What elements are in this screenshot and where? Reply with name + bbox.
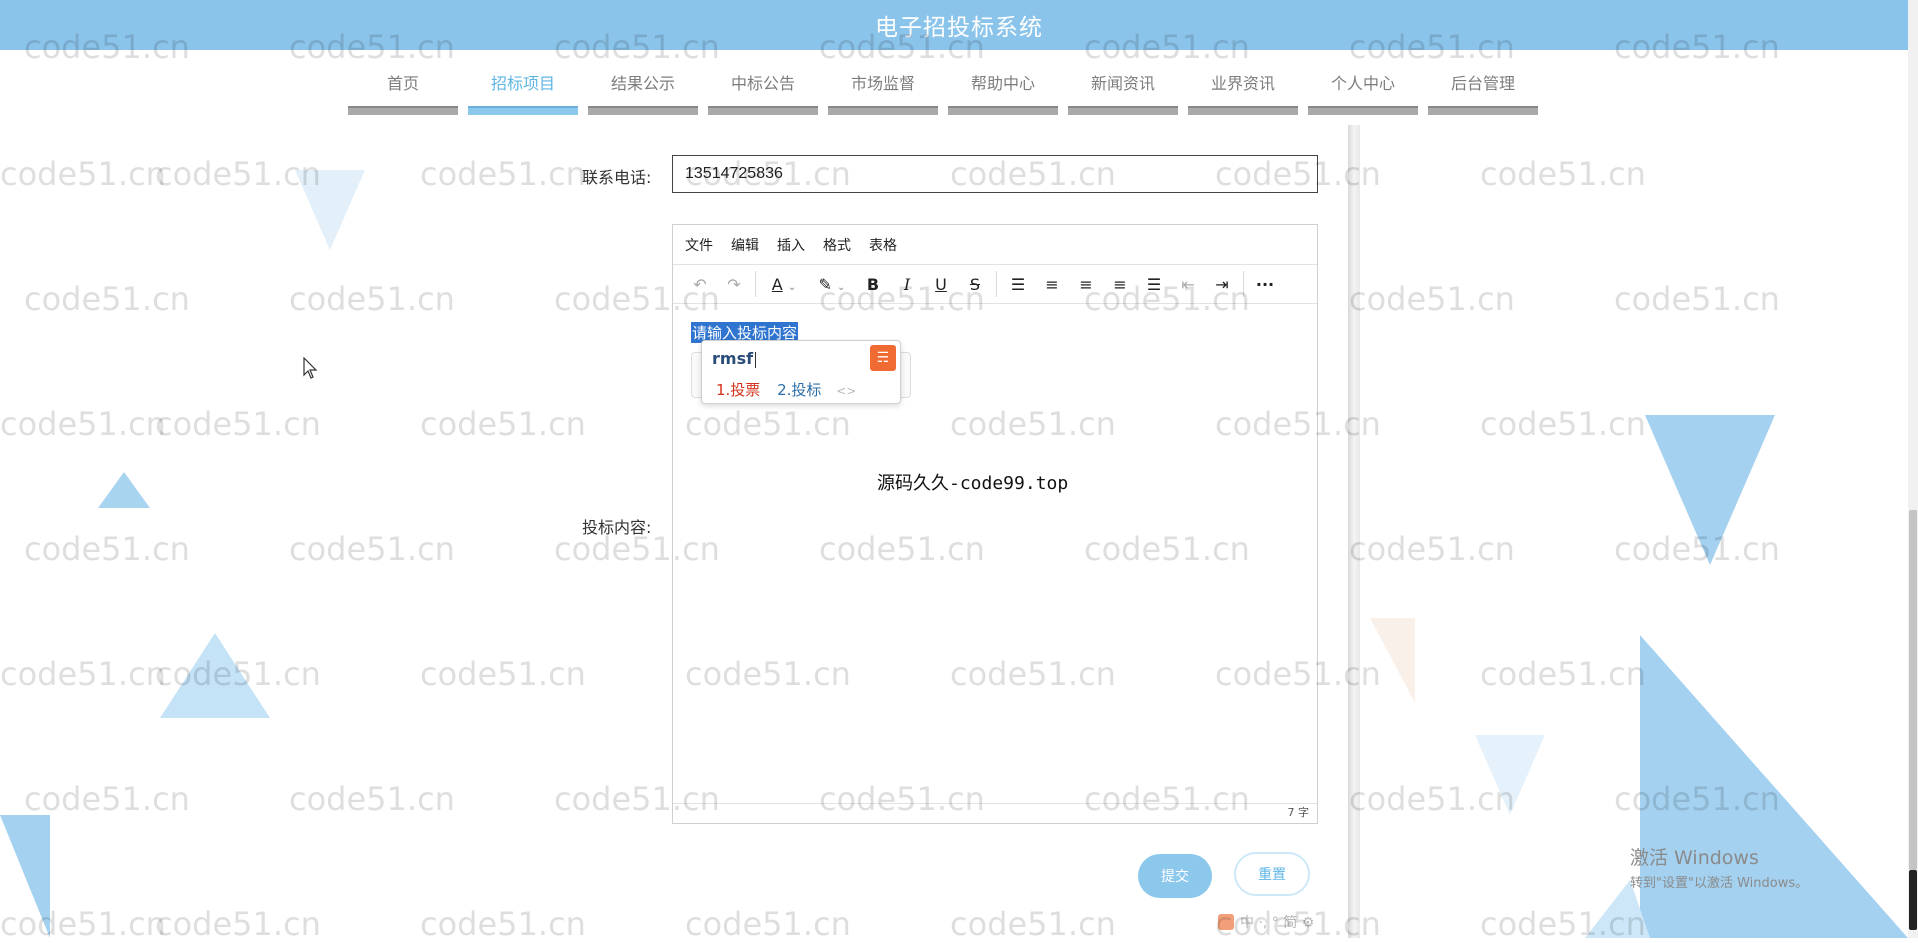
editor-toolbar: ↶ ↷ A ⌄ ✎ ⌄ B I U S ☰ ≡ ≡ ≡ ☰ ⇤ ⇥ ··· <box>673 265 1317 304</box>
text-color-icon[interactable]: A ⌄ <box>760 275 808 294</box>
watermark-text: code51.cn <box>1614 280 1780 318</box>
underline-icon[interactable]: U <box>924 275 958 294</box>
ime-status-bar[interactable]: 中 ·, ° 简 ⚙ <box>1218 912 1314 932</box>
redo-icon[interactable]: ↷ <box>717 275 751 294</box>
site-title: 电子招投标系统 <box>875 15 1043 41</box>
decor-triangle <box>1645 415 1775 565</box>
rich-text-editor: 文件 编辑 插入 格式 表格 ↶ ↷ A ⌄ ✎ ⌄ B I U S ☰ ≡ ≡… <box>672 224 1318 824</box>
align-right-icon[interactable]: ≡ <box>1103 275 1137 294</box>
bold-icon[interactable]: B <box>856 275 890 294</box>
ime-candidate[interactable]: 1.投票 <box>716 381 760 399</box>
mouse-cursor-icon <box>303 357 318 379</box>
toolbar-divider <box>755 271 756 297</box>
nav-item-personal-center[interactable]: 个人中心 <box>1308 70 1418 115</box>
nav-item-award-notice[interactable]: 中标公告 <box>708 70 818 115</box>
editor-content-area[interactable]: 请输入投标内容 rmsf ☴ 1.投票 2.投标 <> 源码久久-code99.… <box>673 304 1317 804</box>
nav-item-result-publicity[interactable]: 结果公示 <box>588 70 698 115</box>
editor-watermark-text: 源码久久-code99.top <box>877 473 1069 494</box>
watermark-text: code51.cn <box>24 530 190 568</box>
watermark-text: code51.cn <box>1480 405 1646 443</box>
ime-logo-icon: ☴ <box>870 345 896 371</box>
submit-button[interactable]: 提交 <box>1138 854 1212 898</box>
toolbar-divider <box>1243 271 1244 297</box>
italic-icon[interactable]: I <box>890 275 924 294</box>
watermark-text: code51.cn <box>0 155 166 193</box>
watermark-text: code51.cn <box>1480 655 1646 693</box>
nav-item-market-supervision[interactable]: 市场监督 <box>828 70 938 115</box>
watermark-text: code51.cn <box>1480 155 1646 193</box>
reset-button[interactable]: 重置 <box>1234 852 1310 896</box>
decor-triangle <box>295 170 365 250</box>
decor-triangle <box>98 472 150 508</box>
highlight-color-icon[interactable]: ✎ ⌄ <box>808 275 856 294</box>
nav-item-industry-news[interactable]: 业界资讯 <box>1188 70 1298 115</box>
menu-file[interactable]: 文件 <box>685 235 713 255</box>
align-justify-icon[interactable]: ☰ <box>1137 275 1171 294</box>
decor-triangle <box>1370 618 1415 703</box>
nav-item-home[interactable]: 首页 <box>348 70 458 115</box>
nav-item-news[interactable]: 新闻资讯 <box>1068 70 1178 115</box>
undo-icon[interactable]: ↶ <box>683 275 717 294</box>
watermark-text: code51.cn <box>155 905 321 943</box>
content-divider <box>1348 125 1360 938</box>
align-left-icon[interactable]: ≡ <box>1035 275 1069 294</box>
watermark-text: code51.cn <box>289 280 455 318</box>
char-count: 7 字 <box>1287 806 1310 819</box>
watermark-text: code51.cn <box>289 530 455 568</box>
phone-label: 联系电话: <box>582 168 652 187</box>
nav-item-tender-projects[interactable]: 招标项目 <box>468 70 578 115</box>
content-label: 投标内容: <box>582 518 652 537</box>
text-caret <box>755 351 757 368</box>
editor-statusbar: 7 字 <box>673 803 1317 823</box>
indent-icon[interactable]: ⇥ <box>1205 275 1239 294</box>
top-header-bar: 电子招投标系统 <box>0 0 1918 50</box>
ime-logo-icon <box>1218 914 1234 930</box>
menu-edit[interactable]: 编辑 <box>731 235 759 255</box>
decor-triangle <box>1640 635 1908 938</box>
more-icon[interactable]: ··· <box>1248 275 1282 294</box>
ime-candidate[interactable]: 2.投标 <box>777 381 821 399</box>
watermark-text: code51.cn <box>0 405 166 443</box>
watermark-text: code51.cn <box>24 780 190 818</box>
watermark-text: code51.cn <box>24 280 190 318</box>
outdent-icon[interactable]: ⇤ <box>1171 275 1205 294</box>
editor-menubar: 文件 编辑 插入 格式 表格 <box>673 225 1317 265</box>
menu-format[interactable]: 格式 <box>823 235 851 255</box>
page-scrollbar[interactable] <box>1908 0 1918 938</box>
nav-item-admin[interactable]: 后台管理 <box>1428 70 1538 115</box>
watermark-text: code51.cn <box>0 655 166 693</box>
numbered-list-icon[interactable]: ☰ <box>1001 275 1035 294</box>
windows-activation-notice: 激活 Windows 转到"设置"以激活 Windows。 <box>1630 847 1809 891</box>
menu-insert[interactable]: 插入 <box>777 235 805 255</box>
decor-triangle <box>0 815 50 938</box>
decor-triangle <box>160 633 270 718</box>
watermark-text: code51.cn <box>1349 280 1515 318</box>
watermark-text: code51.cn <box>420 655 586 693</box>
watermark-text: code51.cn <box>155 405 321 443</box>
decor-triangle <box>1475 735 1545 815</box>
scrollbar-thumb[interactable] <box>1909 510 1917 870</box>
watermark-text: code51.cn <box>685 905 851 943</box>
nav-item-help-center[interactable]: 帮助中心 <box>948 70 1058 115</box>
watermark-text: code51.cn <box>420 905 586 943</box>
watermark-text: code51.cn <box>1349 530 1515 568</box>
watermark-text: code51.cn <box>420 405 586 443</box>
toolbar-divider <box>996 271 997 297</box>
ime-page-arrows[interactable]: <> <box>836 384 856 398</box>
phone-input[interactable]: 13514725836 <box>672 155 1318 193</box>
strikethrough-icon[interactable]: S <box>958 275 992 294</box>
ime-candidate-popup[interactable]: rmsf ☴ 1.投票 2.投标 <> <box>701 340 901 404</box>
watermark-text: code51.cn <box>420 155 586 193</box>
align-center-icon[interactable]: ≡ <box>1069 275 1103 294</box>
watermark-text: code51.cn <box>950 905 1116 943</box>
menu-table[interactable]: 表格 <box>869 235 897 255</box>
scrollbar-thumb-end[interactable] <box>1909 870 1917 930</box>
watermark-text: code51.cn <box>289 780 455 818</box>
main-nav: 首页 招标项目 结果公示 中标公告 市场监督 帮助中心 新闻资讯 业界资讯 个人… <box>348 70 1548 115</box>
ime-composition: rmsf <box>712 349 754 368</box>
